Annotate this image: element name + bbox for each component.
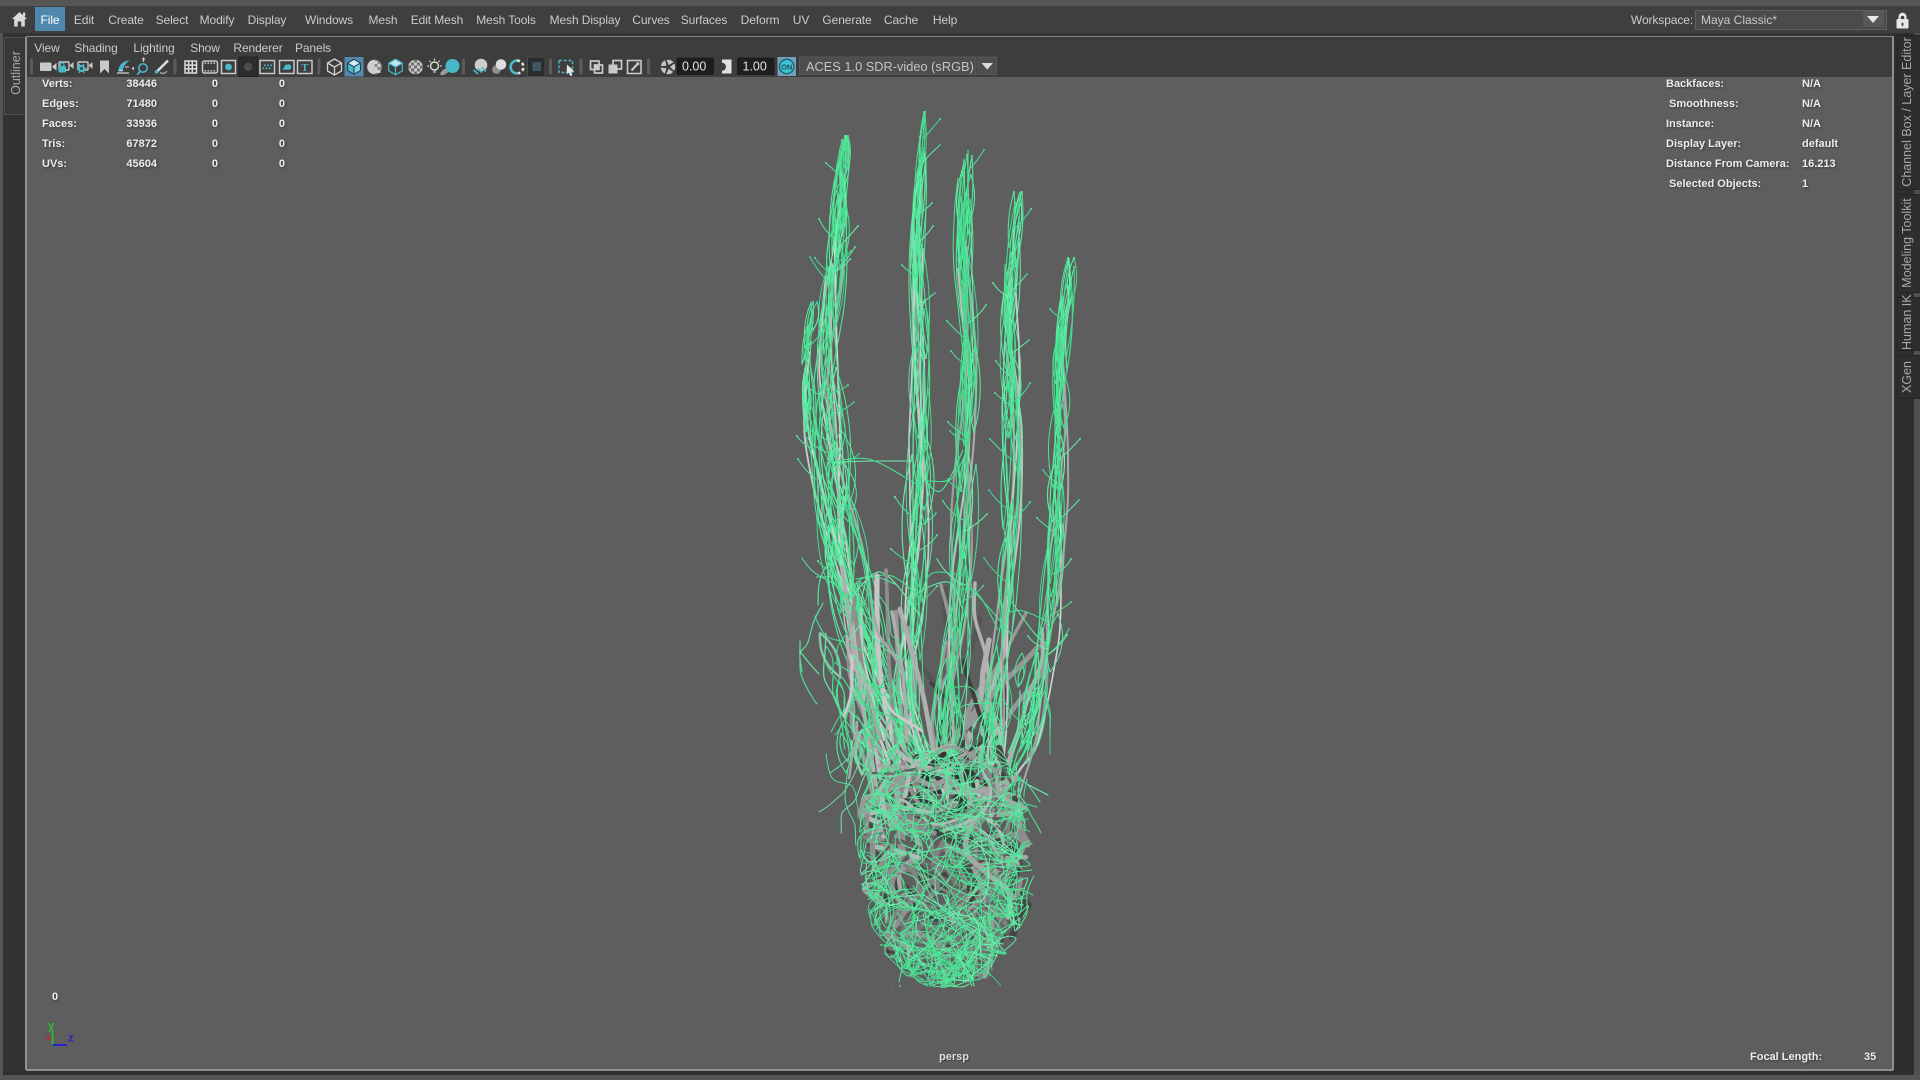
svg-text:0.00: 0.00 <box>682 60 706 74</box>
svg-text:z: z <box>68 1033 74 1045</box>
svg-text:T: T <box>301 63 308 74</box>
svg-text:ON: ON <box>781 62 792 71</box>
svg-text:x: x <box>46 1033 51 1043</box>
svg-text:1.00: 1.00 <box>743 60 767 74</box>
svg-text:ACES 1.0 SDR-video (sRGB): ACES 1.0 SDR-video (sRGB) <box>806 59 974 74</box>
svg-text:y: y <box>48 1020 55 1032</box>
